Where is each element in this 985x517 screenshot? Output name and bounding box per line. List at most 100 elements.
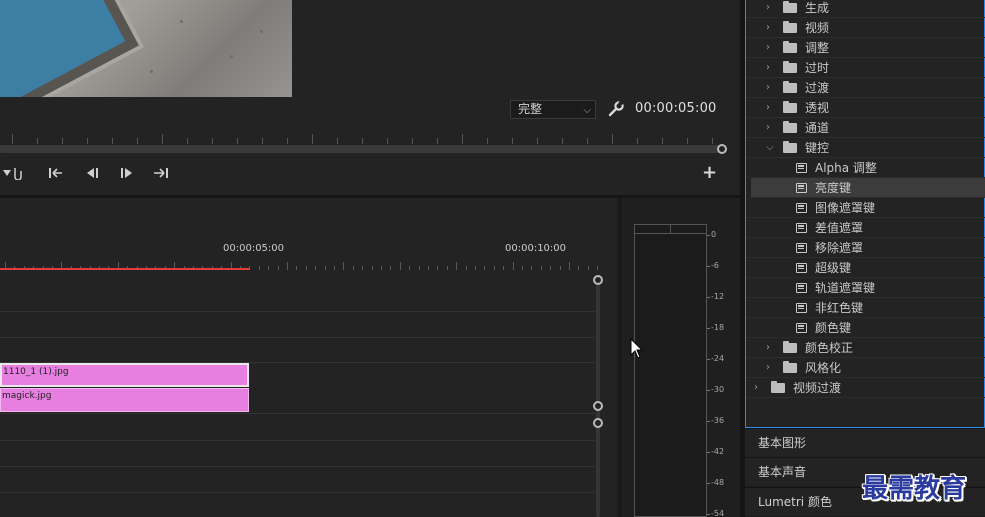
ruler-tick (353, 266, 354, 270)
ruler-tick (187, 138, 188, 144)
ruler-label: 00:00:10:00 (505, 243, 567, 254)
panel-title: 基本声音 (758, 465, 807, 479)
scrollbar-track[interactable] (596, 279, 600, 517)
scroll-handle-bottom[interactable] (593, 401, 603, 411)
essential-graphics-panel-tab[interactable]: 基本图形 (745, 428, 985, 457)
db-label: -30 (706, 385, 725, 394)
effect-item[interactable]: 差值遮罩 (746, 218, 985, 238)
db-label: -42 (706, 447, 725, 456)
step-forward-icon[interactable] (119, 166, 135, 180)
preview-texture (230, 55, 233, 58)
ruler-tick (637, 138, 638, 144)
db-label: -24 (706, 354, 725, 363)
ruler-tick (12, 134, 13, 144)
ruler-tick (531, 266, 532, 270)
chevron-right-icon[interactable]: › (766, 38, 776, 58)
effects-folder-item[interactable]: › 生成 (746, 0, 985, 18)
db-label: -48 (706, 478, 725, 487)
ruler-tick (466, 266, 467, 270)
ruler-tick (362, 266, 363, 270)
effects-folder-item[interactable]: › 调整 (746, 38, 985, 58)
chevron-right-icon[interactable]: › (766, 18, 776, 38)
effects-folder-item[interactable]: › 过时 (746, 58, 985, 78)
button-editor-add-icon[interactable]: + (702, 164, 717, 182)
effects-folder-item[interactable]: › 过渡 (746, 78, 985, 98)
fit-select[interactable]: 完整 ⌵ (510, 100, 596, 119)
effect-item[interactable]: 超级键 (746, 258, 985, 278)
ruler-tick (325, 266, 326, 270)
preview-image-content (0, 0, 139, 97)
folder-icon (783, 81, 797, 93)
effect-preset-icon (796, 283, 807, 293)
timeline-clip[interactable]: magick.jpg (0, 388, 249, 412)
monitor-zoom-scrollbar[interactable] (0, 145, 722, 153)
effects-folder-item[interactable]: › 视频过渡 (746, 378, 985, 398)
ruler-tick (212, 138, 213, 144)
scroll-handle-top[interactable] (593, 275, 603, 285)
step-back-icon[interactable] (84, 166, 100, 180)
effect-item[interactable]: 移除遮罩 (746, 238, 985, 258)
chevron-right-icon[interactable]: › (766, 358, 776, 378)
watermark-logo: 最需教育 (862, 474, 967, 504)
tree-item-label: 生成 (805, 1, 830, 15)
scroll-handle-top[interactable] (593, 418, 603, 428)
go-to-in-icon[interactable] (48, 166, 64, 180)
ruler-tick (456, 262, 457, 270)
ruler-tick (306, 266, 307, 270)
monitor-time-ruler[interactable] (0, 128, 735, 144)
scrollbar-end-handle[interactable] (717, 144, 727, 154)
ruler-tick (550, 266, 551, 270)
ruler-tick (687, 138, 688, 144)
ruler-tick (588, 266, 589, 270)
track-divider (0, 492, 595, 493)
work-area-bar[interactable] (0, 268, 250, 270)
ruler-tick (87, 138, 88, 144)
effect-item[interactable]: 图像遮罩键 (746, 198, 985, 218)
ruler-tick (381, 266, 382, 270)
effect-item[interactable]: 轨道遮罩键 (746, 278, 985, 298)
ruler-tick (62, 138, 63, 144)
effects-folder-item[interactable]: › 风格化 (746, 358, 985, 378)
effect-item[interactable]: Alpha 调整 (746, 158, 985, 178)
chevron-right-icon[interactable]: › (766, 118, 776, 138)
chevron-right-icon[interactable]: › (766, 0, 776, 18)
go-to-out-icon[interactable] (153, 166, 169, 180)
fit-select-value: 完整 (518, 102, 543, 116)
ruler-tick (362, 138, 363, 144)
effect-item[interactable]: 亮度键 (751, 178, 985, 198)
track-divider (0, 311, 595, 312)
ruler-tick (578, 266, 579, 270)
ruler-tick (484, 266, 485, 270)
playhead-timecode[interactable]: 00:00:05:00 (635, 101, 717, 116)
ruler-tick (112, 138, 113, 144)
db-label: -54 (706, 509, 725, 517)
chevron-down-icon[interactable]: ⌵ (766, 138, 776, 158)
chevron-right-icon[interactable]: › (766, 78, 776, 98)
tree-item-label: 过渡 (805, 81, 830, 95)
chevron-right-icon[interactable]: › (766, 98, 776, 118)
effects-folder-item[interactable]: › 通道 (746, 118, 985, 138)
tree-item-label: 风格化 (805, 361, 842, 375)
chevron-right-icon[interactable]: › (754, 378, 764, 398)
ruler-tick (487, 138, 488, 144)
tree-item-label: 超级键 (815, 261, 852, 275)
timeline-clip[interactable]: 1110_1 (1).jpg (0, 363, 249, 387)
timeline-vertical-scrollbar[interactable] (593, 275, 603, 517)
ruler-tick (560, 266, 561, 270)
ruler-tick (287, 262, 288, 270)
effect-item[interactable]: 非红色键 (746, 298, 985, 318)
chevron-right-icon[interactable]: › (766, 338, 776, 358)
effects-folder-item[interactable]: › 颜色校正 (746, 338, 985, 358)
marker-icon[interactable] (2, 166, 22, 181)
settings-wrench-icon[interactable] (607, 100, 625, 118)
clip-name: 1110_1 (1).jpg (3, 367, 69, 377)
ruler-tick (162, 134, 163, 144)
folder-icon (783, 61, 797, 73)
video-preview (0, 0, 292, 97)
effects-folder-item[interactable]: › 透视 (746, 98, 985, 118)
effects-folder-item[interactable]: › 视频 (746, 18, 985, 38)
chevron-right-icon[interactable]: › (766, 58, 776, 78)
effects-folder-item[interactable]: ⌵ 键控 (746, 138, 985, 158)
effect-item[interactable]: 颜色键 (746, 318, 985, 338)
folder-icon (783, 1, 797, 13)
